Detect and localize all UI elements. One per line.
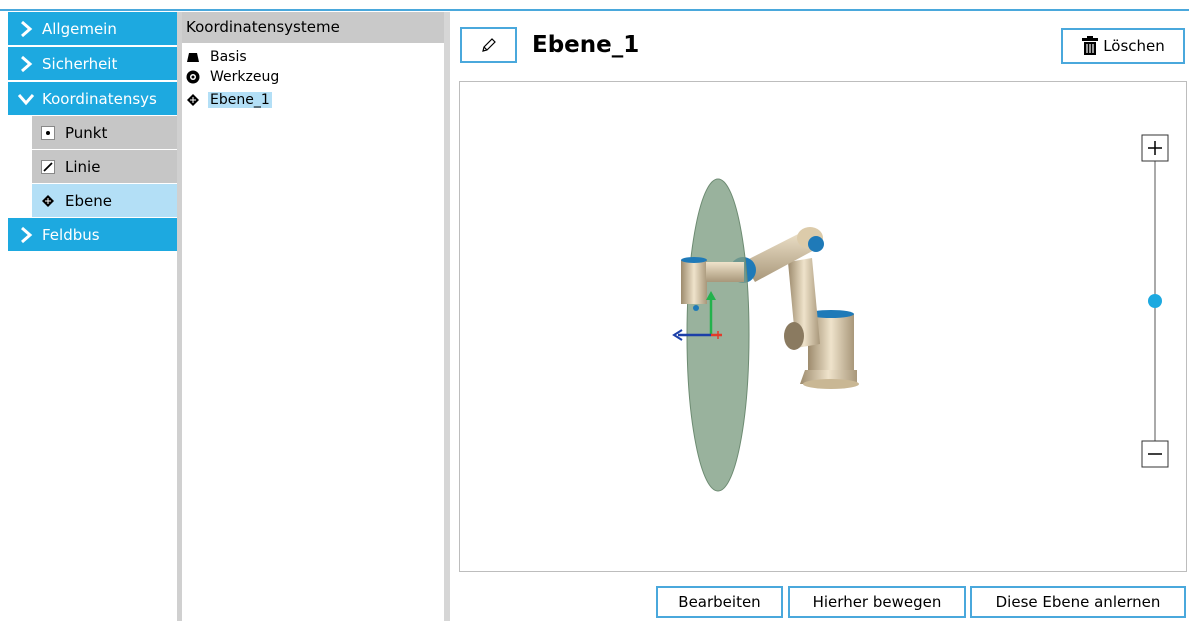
chevron-right-icon — [21, 226, 33, 243]
nav-item-label: Sicherheit — [42, 54, 118, 73]
nav-subitem-linie[interactable]: Linie — [32, 150, 180, 183]
point-icon — [40, 125, 56, 141]
panel-divider[interactable] — [444, 12, 450, 621]
nav-item-feldbus[interactable]: Feldbus — [8, 218, 180, 251]
teach-plane-button[interactable]: Diese Ebene anlernen — [970, 586, 1186, 618]
left-navigation: Allgemein Sicherheit Koordinatensys Punk… — [0, 12, 180, 621]
zoom-control[interactable] — [1141, 134, 1169, 468]
line-icon — [40, 159, 56, 175]
chevron-right-icon — [21, 55, 33, 72]
page-title: Ebene_1 — [532, 32, 640, 58]
nav-item-label: Feldbus — [42, 225, 100, 244]
nav-subitem-punkt[interactable]: Punkt — [32, 116, 180, 149]
robot-scene — [672, 134, 1169, 492]
delete-label: Löschen — [1103, 37, 1165, 55]
chevron-down-icon — [18, 93, 34, 105]
nav-subitem-ebene[interactable]: Ebene — [32, 184, 180, 217]
tree-item-label: Basis — [210, 49, 247, 65]
nav-item-allgemein[interactable]: Allgemein — [8, 12, 180, 45]
nav-item-koordinatensys[interactable]: Koordinatensys — [8, 82, 180, 115]
tree-item-ebene-1[interactable]: Ebene_1 — [186, 90, 272, 110]
nav-subitem-label: Linie — [65, 157, 101, 176]
top-accent-line — [0, 9, 1189, 11]
tree-item-werkzeug[interactable]: Werkzeug — [186, 67, 281, 87]
3d-viewport[interactable] — [459, 81, 1187, 572]
base-icon — [186, 50, 200, 64]
plane-icon — [40, 193, 56, 209]
nav-subitem-label: Ebene — [65, 191, 112, 210]
chevron-right-icon — [21, 20, 33, 37]
nav-subitem-label: Punkt — [65, 123, 108, 142]
edit-button[interactable]: Bearbeiten — [656, 586, 783, 618]
nav-item-label: Allgemein — [42, 19, 117, 38]
zoom-slider-handle[interactable] — [1148, 294, 1162, 308]
rename-button[interactable] — [460, 27, 517, 63]
tree-item-label: Ebene_1 — [208, 92, 272, 108]
tree-item-basis[interactable]: Basis — [186, 47, 249, 67]
tree-header: Koordinatensysteme — [182, 12, 444, 43]
delete-button[interactable]: Löschen — [1061, 28, 1185, 64]
move-here-button[interactable]: Hierher bewegen — [788, 586, 966, 618]
trash-icon — [1082, 36, 1099, 55]
tree-item-label: Werkzeug — [210, 69, 280, 85]
nav-item-label: Koordinatensys — [42, 89, 157, 108]
pencil-icon — [481, 38, 496, 52]
coordinate-systems-tree: Koordinatensysteme Basis Werkzeug Ebene_… — [182, 12, 444, 621]
tool-icon — [186, 70, 200, 84]
plane-icon — [186, 93, 200, 107]
nav-item-sicherheit[interactable]: Sicherheit — [8, 47, 180, 80]
